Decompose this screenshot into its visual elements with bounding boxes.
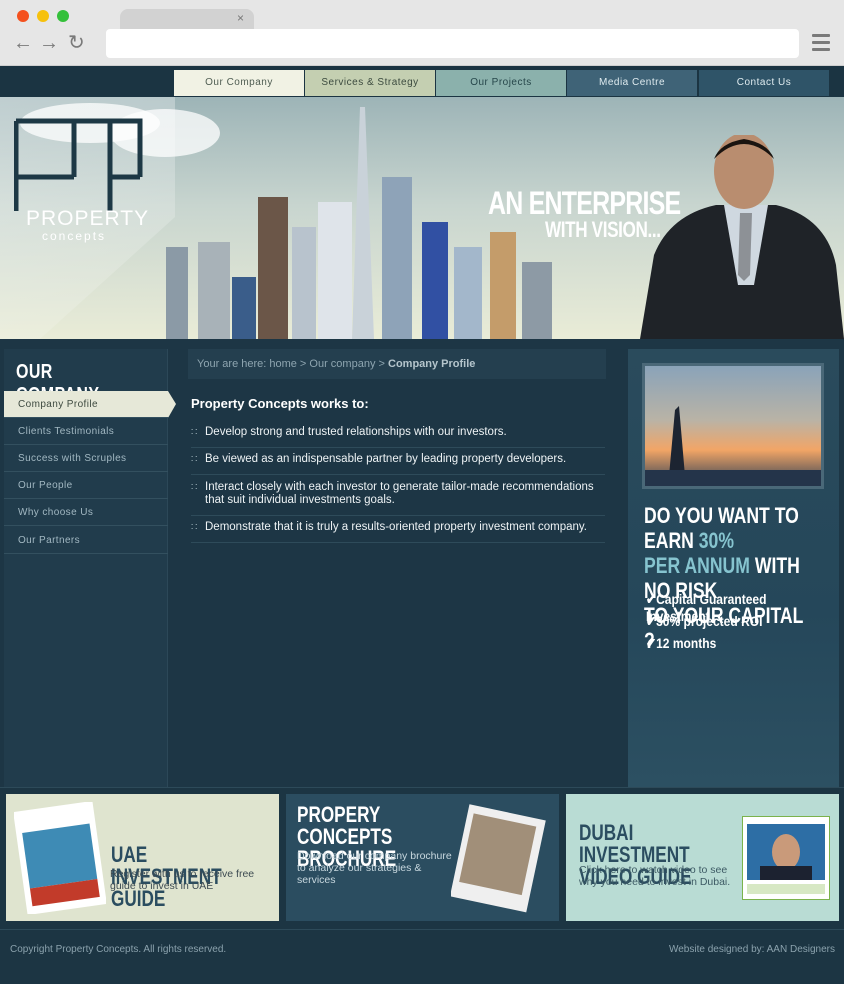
breadcrumb: Your are here: home > Our company > Comp… xyxy=(188,349,606,379)
back-icon[interactable]: ← xyxy=(13,33,33,53)
website: Our Company Services & Strategy Our Proj… xyxy=(0,66,844,984)
nav-contact-us[interactable]: Contact Us xyxy=(699,70,829,96)
list-item: Develop strong and trusted relationships… xyxy=(191,426,605,448)
address-bar[interactable] xyxy=(106,29,799,58)
browser-tab[interactable]: × xyxy=(120,9,254,31)
brochure-box[interactable]: PROPERY CONCEPTS BROCHURE Download our c… xyxy=(286,794,559,921)
footer: Copyright Property Concepts. All rights … xyxy=(0,929,844,984)
logo-wordmark: PROPERTY xyxy=(26,207,150,230)
video-guide-box[interactable]: DUBAI INVESTMENT VIDEO GUIDE Click here … xyxy=(566,794,839,921)
guide-book-image xyxy=(14,802,106,914)
uae-guide-box[interactable]: UAE INVESTMENT GUIDE Register with us to… xyxy=(6,794,279,921)
forward-icon[interactable]: → xyxy=(39,33,59,53)
tab-close-icon[interactable]: × xyxy=(237,11,244,25)
breadcrumb-current: Company Profile xyxy=(388,358,476,370)
hero-banner: PROPERTY concepts AN ENTERPRISE WITH VIS… xyxy=(0,97,844,339)
main-content-area: OUR COMPANY Company Profile Clients Test… xyxy=(0,339,844,787)
breadcrumb-path[interactable]: Your are here: home > Our company > xyxy=(197,358,385,370)
sidebar-item-success-with-scruples[interactable]: Success with Scruples xyxy=(4,445,168,472)
box-text: Download our company brochure to analyze… xyxy=(297,850,452,886)
close-window-button[interactable] xyxy=(17,10,29,22)
brochure-image xyxy=(451,804,546,913)
reload-icon[interactable]: ↻ xyxy=(68,33,85,53)
content-intro: Property Concepts works to: xyxy=(191,396,369,411)
nav-services-strategy[interactable]: Services & Strategy xyxy=(305,70,435,96)
designer-credit-link[interactable]: Website designed by: AAN Designers xyxy=(669,944,835,955)
sidebar-item-clients-testimonials[interactable]: Clients Testimonials xyxy=(4,418,168,445)
browser-menu-icon[interactable] xyxy=(812,34,830,52)
dubai-photo xyxy=(642,363,824,489)
video-player-image xyxy=(742,816,830,900)
list-item: Interact closely with each investor to g… xyxy=(191,481,605,516)
sidebar-item-our-partners[interactable]: Our Partners xyxy=(4,527,168,554)
feature-boxes: UAE INVESTMENT GUIDE Register with us to… xyxy=(0,787,844,929)
center-column: Your are here: home > Our company > Comp… xyxy=(188,349,606,779)
businessman-illustration xyxy=(640,135,844,339)
box-text: Click here to watch video to see why you… xyxy=(579,864,731,888)
sidebar: OUR COMPANY Company Profile Clients Test… xyxy=(4,349,176,787)
minimize-window-button[interactable] xyxy=(37,10,49,22)
nav-our-projects[interactable]: Our Projects xyxy=(436,70,566,96)
promo-point: 12 months xyxy=(646,635,716,652)
sidebar-item-company-profile[interactable]: Company Profile xyxy=(4,391,176,418)
investment-promo[interactable]: DO YOU WANT TO EARN 30% PER ANNUM WITH N… xyxy=(628,349,839,787)
logo-subtitle: concepts xyxy=(42,229,107,243)
top-navigation: Our Company Services & Strategy Our Proj… xyxy=(0,66,844,97)
promo-headline: DO YOU WANT TO EARN 30% PER ANNUM WITH N… xyxy=(644,503,804,653)
list-item: Be viewed as an indispensable partner by… xyxy=(191,453,605,475)
logo-icon xyxy=(14,118,143,211)
sidebar-item-why-choose-us[interactable]: Why choose Us xyxy=(4,499,168,526)
nav-media-centre[interactable]: Media Centre xyxy=(567,70,697,96)
browser-chrome: × ← → ↻ xyxy=(0,0,844,66)
sidebar-item-our-people[interactable]: Our People xyxy=(4,472,168,499)
maximize-window-button[interactable] xyxy=(57,10,69,22)
box-text: Register with us to receive free guide t… xyxy=(110,868,255,892)
list-item: Demonstrate that it is truly a results-o… xyxy=(191,521,605,543)
nav-our-company[interactable]: Our Company xyxy=(174,70,304,96)
copyright-text: Copyright Property Concepts. All rights … xyxy=(10,944,227,955)
promo-point: 30% projected ROI xyxy=(646,613,762,630)
